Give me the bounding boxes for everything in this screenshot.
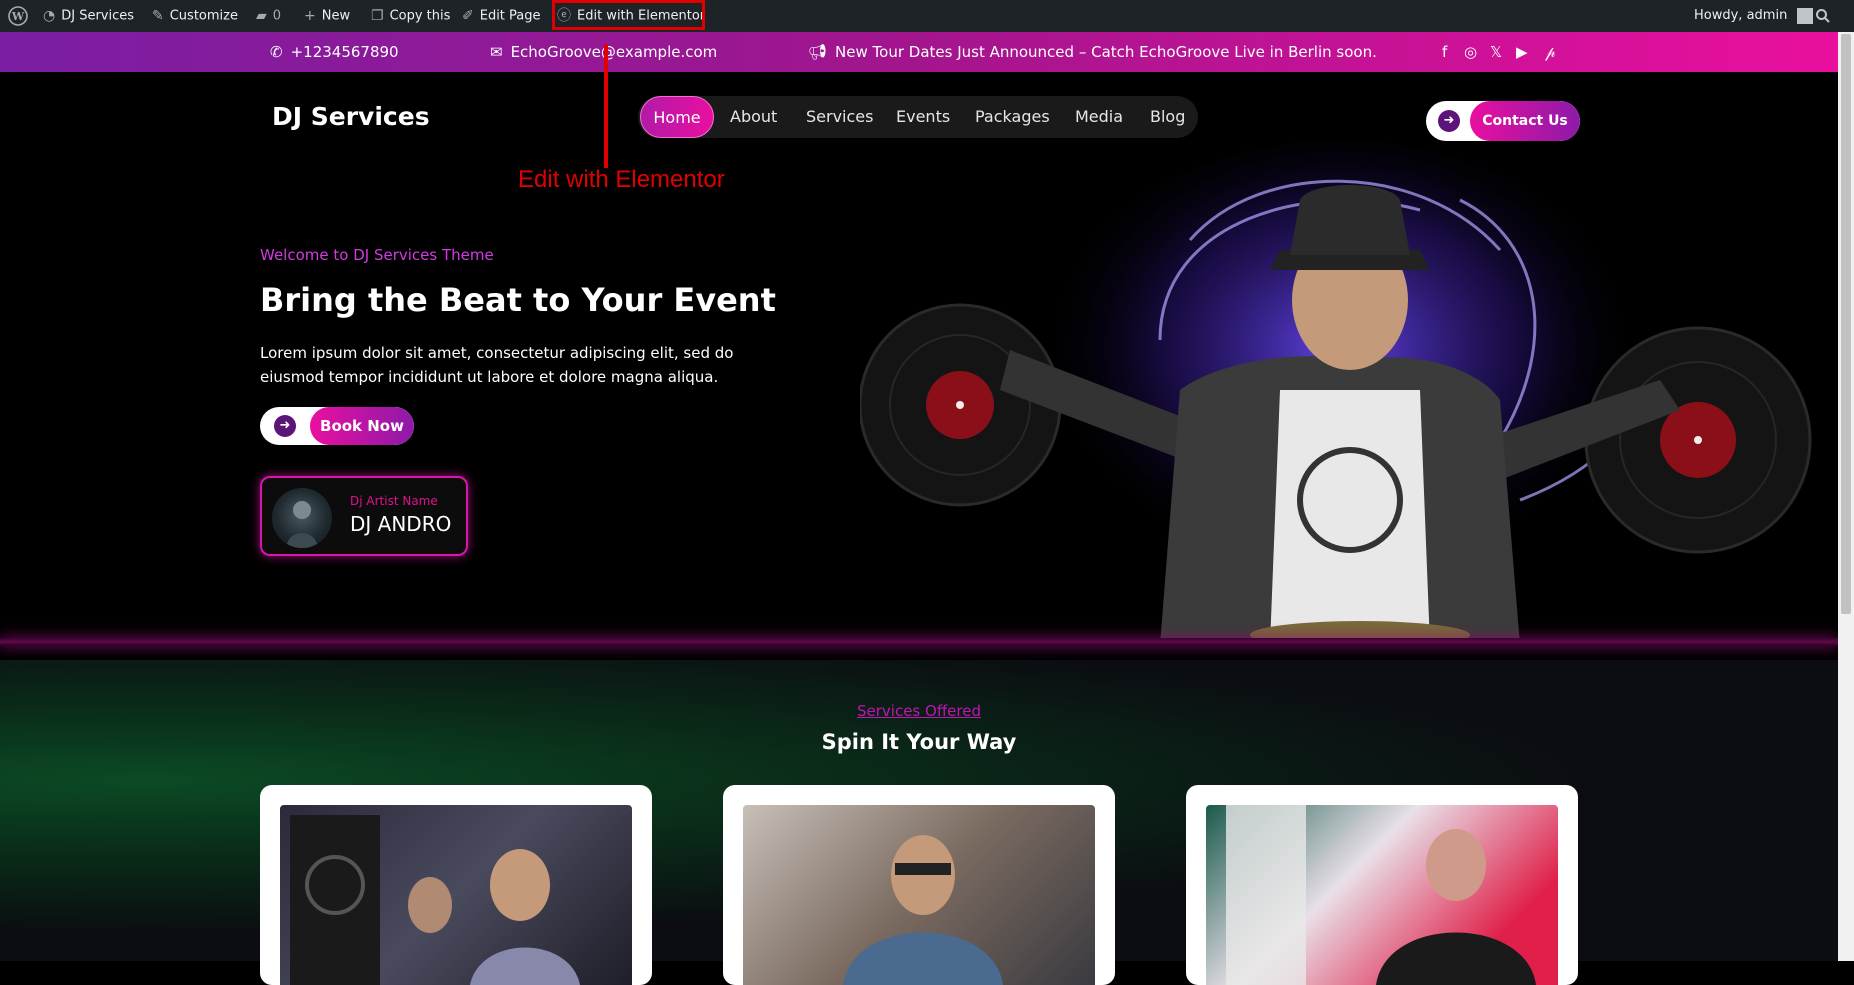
envelope-icon: ✉: [490, 43, 503, 61]
site-logo[interactable]: DJ Services: [272, 102, 430, 131]
new-content-link[interactable]: + New: [304, 0, 350, 32]
pencil-icon: ✐: [462, 8, 474, 24]
dashboard-icon: ◔: [43, 8, 56, 24]
contact-us-button[interactable]: ➜ Contact Us: [1426, 101, 1580, 141]
services-subtitle[interactable]: Services Offered: [0, 702, 1838, 720]
nav-events[interactable]: Events: [896, 96, 950, 138]
nav-services[interactable]: Services: [806, 96, 873, 138]
main-navigation: Home About Services Events Packages Medi…: [638, 96, 1198, 138]
annotation-label: Edit with Elementor: [518, 166, 725, 193]
book-now-label: Book Now: [310, 407, 414, 445]
annotation-arrow: [604, 44, 608, 168]
announcement: 📢︎ New Tour Dates Just Announced – Catch …: [808, 32, 1377, 72]
scrollbar-thumb[interactable]: [1841, 34, 1851, 614]
facebook-icon[interactable]: f: [1442, 32, 1447, 72]
avatar: [1797, 7, 1814, 24]
artist-name: DJ ANDRO: [350, 512, 452, 536]
copy-this-link[interactable]: ❐ Copy this: [371, 0, 450, 32]
megaphone-icon: 📢︎: [808, 43, 828, 61]
artist-card: Dj Artist Name DJ ANDRO: [260, 476, 468, 556]
hero-subtitle: Welcome to DJ Services Theme: [260, 246, 494, 264]
arrow-right-icon: ➜: [1438, 110, 1460, 132]
copy-icon: ❐: [371, 8, 384, 24]
artist-avatar: [272, 488, 332, 548]
nav-about[interactable]: About: [730, 96, 777, 138]
pinterest-icon[interactable]: 𝓅: [1545, 32, 1556, 72]
artist-label: Dj Artist Name: [350, 494, 438, 508]
nav-packages[interactable]: Packages: [975, 96, 1050, 138]
arrow-right-icon: ➜: [274, 415, 296, 437]
plus-icon: +: [304, 8, 316, 24]
service-card[interactable]: [1186, 785, 1578, 985]
youtube-icon[interactable]: ▶: [1516, 32, 1528, 72]
edit-page-link[interactable]: ✐ Edit Page: [462, 0, 541, 32]
service-card[interactable]: [723, 785, 1115, 985]
dj-hero-image: [860, 140, 1812, 645]
nav-media[interactable]: Media: [1075, 96, 1123, 138]
wordpress-logo-icon[interactable]: W: [8, 0, 28, 32]
contact-us-label: Contact Us: [1470, 101, 1580, 141]
top-info-bar: ✆ +1234567890 ✉ EchoGroove@example.com 📢︎ N…: [0, 32, 1838, 72]
search-icon[interactable]: [1815, 0, 1831, 32]
nav-blog[interactable]: Blog: [1150, 96, 1185, 138]
nav-home[interactable]: Home: [640, 96, 714, 138]
service-image: [280, 805, 632, 985]
wp-admin-bar: W ◔ DJ Services ✎ Customize ▰ 0 + New ❐ Copy …: [0, 0, 1854, 32]
hero-title: Bring the Beat to Your Event: [260, 281, 776, 319]
services-title: Spin It Your Way: [821, 730, 1017, 754]
service-image: [743, 805, 1095, 985]
comments-link[interactable]: ▰ 0: [256, 0, 281, 32]
service-card[interactable]: [260, 785, 652, 985]
brush-icon: ✎: [152, 8, 164, 24]
section-divider: [0, 638, 1838, 646]
comment-icon: ▰: [256, 8, 267, 24]
svg-text:W: W: [11, 10, 25, 23]
hero-description: Lorem ipsum dolor sit amet, consectetur …: [260, 344, 734, 386]
annotation-highlight-box: [552, 0, 705, 30]
x-icon[interactable]: 𝕏: [1490, 32, 1502, 72]
book-now-button[interactable]: ➜ Book Now: [260, 407, 414, 445]
service-image: [1206, 805, 1558, 985]
phone-link[interactable]: ✆ +1234567890: [270, 32, 399, 72]
my-account-link[interactable]: Howdy, admin: [1694, 0, 1814, 32]
phone-icon: ✆: [270, 43, 283, 61]
customize-link[interactable]: ✎ Customize: [152, 0, 238, 32]
site-name-link[interactable]: ◔ DJ Services: [43, 0, 134, 32]
instagram-icon[interactable]: ◎: [1464, 32, 1477, 72]
